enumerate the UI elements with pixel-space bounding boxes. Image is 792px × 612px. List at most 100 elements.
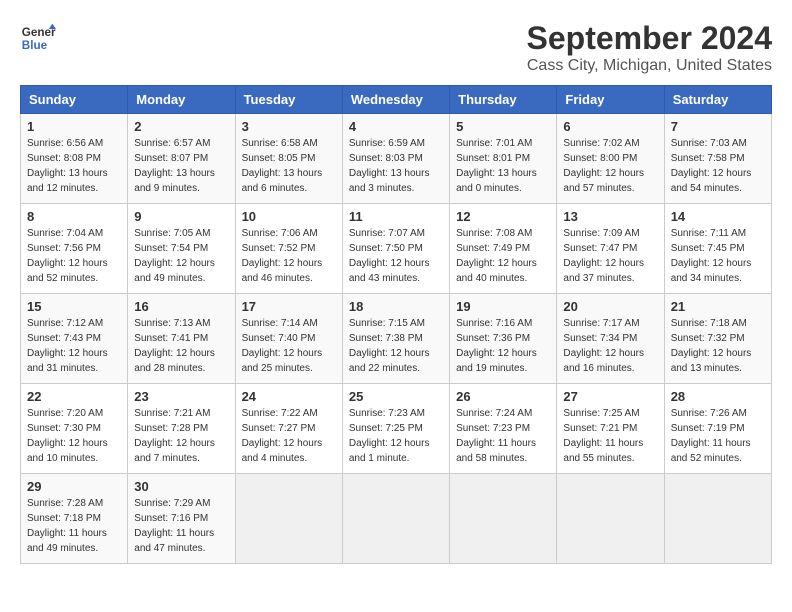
day-number: 14 bbox=[671, 209, 765, 224]
day-cell: 23 Sunrise: 7:21 AMSunset: 7:28 PMDaylig… bbox=[128, 384, 235, 474]
logo: General Blue bbox=[20, 20, 56, 56]
day-cell: 5 Sunrise: 7:01 AMSunset: 8:01 PMDayligh… bbox=[450, 114, 557, 204]
day-number: 24 bbox=[242, 389, 336, 404]
week-row-2: 8 Sunrise: 7:04 AMSunset: 7:56 PMDayligh… bbox=[21, 204, 772, 294]
day-cell: 9 Sunrise: 7:05 AMSunset: 7:54 PMDayligh… bbox=[128, 204, 235, 294]
day-number: 19 bbox=[456, 299, 550, 314]
column-header-sunday: Sunday bbox=[21, 86, 128, 114]
day-cell: 28 Sunrise: 7:26 AMSunset: 7:19 PMDaylig… bbox=[664, 384, 771, 474]
logo-icon: General Blue bbox=[20, 20, 56, 56]
day-cell bbox=[235, 474, 342, 564]
day-info: Sunrise: 7:23 AMSunset: 7:25 PMDaylight:… bbox=[349, 408, 430, 464]
day-cell: 1 Sunrise: 6:56 AMSunset: 8:08 PMDayligh… bbox=[21, 114, 128, 204]
day-info: Sunrise: 7:16 AMSunset: 7:36 PMDaylight:… bbox=[456, 318, 537, 374]
day-number: 11 bbox=[349, 209, 443, 224]
day-info: Sunrise: 7:20 AMSunset: 7:30 PMDaylight:… bbox=[27, 408, 108, 464]
day-cell bbox=[342, 474, 449, 564]
week-row-3: 15 Sunrise: 7:12 AMSunset: 7:43 PMDaylig… bbox=[21, 294, 772, 384]
day-cell: 10 Sunrise: 7:06 AMSunset: 7:52 PMDaylig… bbox=[235, 204, 342, 294]
day-cell: 18 Sunrise: 7:15 AMSunset: 7:38 PMDaylig… bbox=[342, 294, 449, 384]
day-info: Sunrise: 7:15 AMSunset: 7:38 PMDaylight:… bbox=[349, 318, 430, 374]
day-number: 29 bbox=[27, 479, 121, 494]
day-info: Sunrise: 7:25 AMSunset: 7:21 PMDaylight:… bbox=[563, 408, 643, 464]
day-number: 22 bbox=[27, 389, 121, 404]
day-number: 10 bbox=[242, 209, 336, 224]
day-number: 25 bbox=[349, 389, 443, 404]
day-cell bbox=[557, 474, 664, 564]
day-number: 4 bbox=[349, 119, 443, 134]
day-number: 17 bbox=[242, 299, 336, 314]
day-info: Sunrise: 7:26 AMSunset: 7:19 PMDaylight:… bbox=[671, 408, 751, 464]
day-info: Sunrise: 6:56 AMSunset: 8:08 PMDaylight:… bbox=[27, 138, 108, 194]
week-row-4: 22 Sunrise: 7:20 AMSunset: 7:30 PMDaylig… bbox=[21, 384, 772, 474]
day-number: 27 bbox=[563, 389, 657, 404]
day-number: 5 bbox=[456, 119, 550, 134]
day-info: Sunrise: 7:07 AMSunset: 7:50 PMDaylight:… bbox=[349, 228, 430, 284]
day-info: Sunrise: 7:01 AMSunset: 8:01 PMDaylight:… bbox=[456, 138, 537, 194]
day-number: 26 bbox=[456, 389, 550, 404]
day-cell: 17 Sunrise: 7:14 AMSunset: 7:40 PMDaylig… bbox=[235, 294, 342, 384]
day-number: 12 bbox=[456, 209, 550, 224]
day-cell: 14 Sunrise: 7:11 AMSunset: 7:45 PMDaylig… bbox=[664, 204, 771, 294]
day-cell: 8 Sunrise: 7:04 AMSunset: 7:56 PMDayligh… bbox=[21, 204, 128, 294]
calendar-header-row: SundayMondayTuesdayWednesdayThursdayFrid… bbox=[21, 86, 772, 114]
day-info: Sunrise: 6:59 AMSunset: 8:03 PMDaylight:… bbox=[349, 138, 430, 194]
day-info: Sunrise: 7:02 AMSunset: 8:00 PMDaylight:… bbox=[563, 138, 644, 194]
column-header-thursday: Thursday bbox=[450, 86, 557, 114]
week-row-5: 29 Sunrise: 7:28 AMSunset: 7:18 PMDaylig… bbox=[21, 474, 772, 564]
day-cell: 22 Sunrise: 7:20 AMSunset: 7:30 PMDaylig… bbox=[21, 384, 128, 474]
day-cell: 26 Sunrise: 7:24 AMSunset: 7:23 PMDaylig… bbox=[450, 384, 557, 474]
day-cell: 13 Sunrise: 7:09 AMSunset: 7:47 PMDaylig… bbox=[557, 204, 664, 294]
day-cell: 29 Sunrise: 7:28 AMSunset: 7:18 PMDaylig… bbox=[21, 474, 128, 564]
day-info: Sunrise: 7:17 AMSunset: 7:34 PMDaylight:… bbox=[563, 318, 644, 374]
day-number: 6 bbox=[563, 119, 657, 134]
day-number: 28 bbox=[671, 389, 765, 404]
day-info: Sunrise: 7:29 AMSunset: 7:16 PMDaylight:… bbox=[134, 498, 214, 554]
day-number: 2 bbox=[134, 119, 228, 134]
column-header-wednesday: Wednesday bbox=[342, 86, 449, 114]
column-header-saturday: Saturday bbox=[664, 86, 771, 114]
day-info: Sunrise: 7:24 AMSunset: 7:23 PMDaylight:… bbox=[456, 408, 536, 464]
day-number: 30 bbox=[134, 479, 228, 494]
week-row-1: 1 Sunrise: 6:56 AMSunset: 8:08 PMDayligh… bbox=[21, 114, 772, 204]
day-cell: 6 Sunrise: 7:02 AMSunset: 8:00 PMDayligh… bbox=[557, 114, 664, 204]
column-header-monday: Monday bbox=[128, 86, 235, 114]
day-info: Sunrise: 6:57 AMSunset: 8:07 PMDaylight:… bbox=[134, 138, 215, 194]
day-info: Sunrise: 7:22 AMSunset: 7:27 PMDaylight:… bbox=[242, 408, 323, 464]
day-cell: 30 Sunrise: 7:29 AMSunset: 7:16 PMDaylig… bbox=[128, 474, 235, 564]
day-number: 8 bbox=[27, 209, 121, 224]
day-cell bbox=[664, 474, 771, 564]
page-header: General Blue September 2024 Cass City, M… bbox=[20, 20, 772, 75]
location-title: Cass City, Michigan, United States bbox=[527, 57, 772, 75]
day-info: Sunrise: 7:18 AMSunset: 7:32 PMDaylight:… bbox=[671, 318, 752, 374]
column-header-friday: Friday bbox=[557, 86, 664, 114]
day-number: 18 bbox=[349, 299, 443, 314]
day-number: 7 bbox=[671, 119, 765, 134]
day-info: Sunrise: 7:09 AMSunset: 7:47 PMDaylight:… bbox=[563, 228, 644, 284]
day-info: Sunrise: 7:13 AMSunset: 7:41 PMDaylight:… bbox=[134, 318, 215, 374]
day-cell: 15 Sunrise: 7:12 AMSunset: 7:43 PMDaylig… bbox=[21, 294, 128, 384]
calendar-table: SundayMondayTuesdayWednesdayThursdayFrid… bbox=[20, 85, 772, 564]
day-info: Sunrise: 7:08 AMSunset: 7:49 PMDaylight:… bbox=[456, 228, 537, 284]
day-cell: 20 Sunrise: 7:17 AMSunset: 7:34 PMDaylig… bbox=[557, 294, 664, 384]
day-cell: 2 Sunrise: 6:57 AMSunset: 8:07 PMDayligh… bbox=[128, 114, 235, 204]
day-info: Sunrise: 7:03 AMSunset: 7:58 PMDaylight:… bbox=[671, 138, 752, 194]
day-info: Sunrise: 7:05 AMSunset: 7:54 PMDaylight:… bbox=[134, 228, 215, 284]
day-cell: 24 Sunrise: 7:22 AMSunset: 7:27 PMDaylig… bbox=[235, 384, 342, 474]
day-cell bbox=[450, 474, 557, 564]
day-cell: 11 Sunrise: 7:07 AMSunset: 7:50 PMDaylig… bbox=[342, 204, 449, 294]
day-info: Sunrise: 7:04 AMSunset: 7:56 PMDaylight:… bbox=[27, 228, 108, 284]
day-number: 13 bbox=[563, 209, 657, 224]
day-cell: 27 Sunrise: 7:25 AMSunset: 7:21 PMDaylig… bbox=[557, 384, 664, 474]
day-cell: 21 Sunrise: 7:18 AMSunset: 7:32 PMDaylig… bbox=[664, 294, 771, 384]
day-info: Sunrise: 7:21 AMSunset: 7:28 PMDaylight:… bbox=[134, 408, 215, 464]
svg-text:Blue: Blue bbox=[22, 39, 48, 52]
day-cell: 12 Sunrise: 7:08 AMSunset: 7:49 PMDaylig… bbox=[450, 204, 557, 294]
day-number: 16 bbox=[134, 299, 228, 314]
column-header-tuesday: Tuesday bbox=[235, 86, 342, 114]
day-info: Sunrise: 7:06 AMSunset: 7:52 PMDaylight:… bbox=[242, 228, 323, 284]
day-number: 1 bbox=[27, 119, 121, 134]
month-title: September 2024 bbox=[527, 20, 772, 57]
day-number: 21 bbox=[671, 299, 765, 314]
day-number: 9 bbox=[134, 209, 228, 224]
